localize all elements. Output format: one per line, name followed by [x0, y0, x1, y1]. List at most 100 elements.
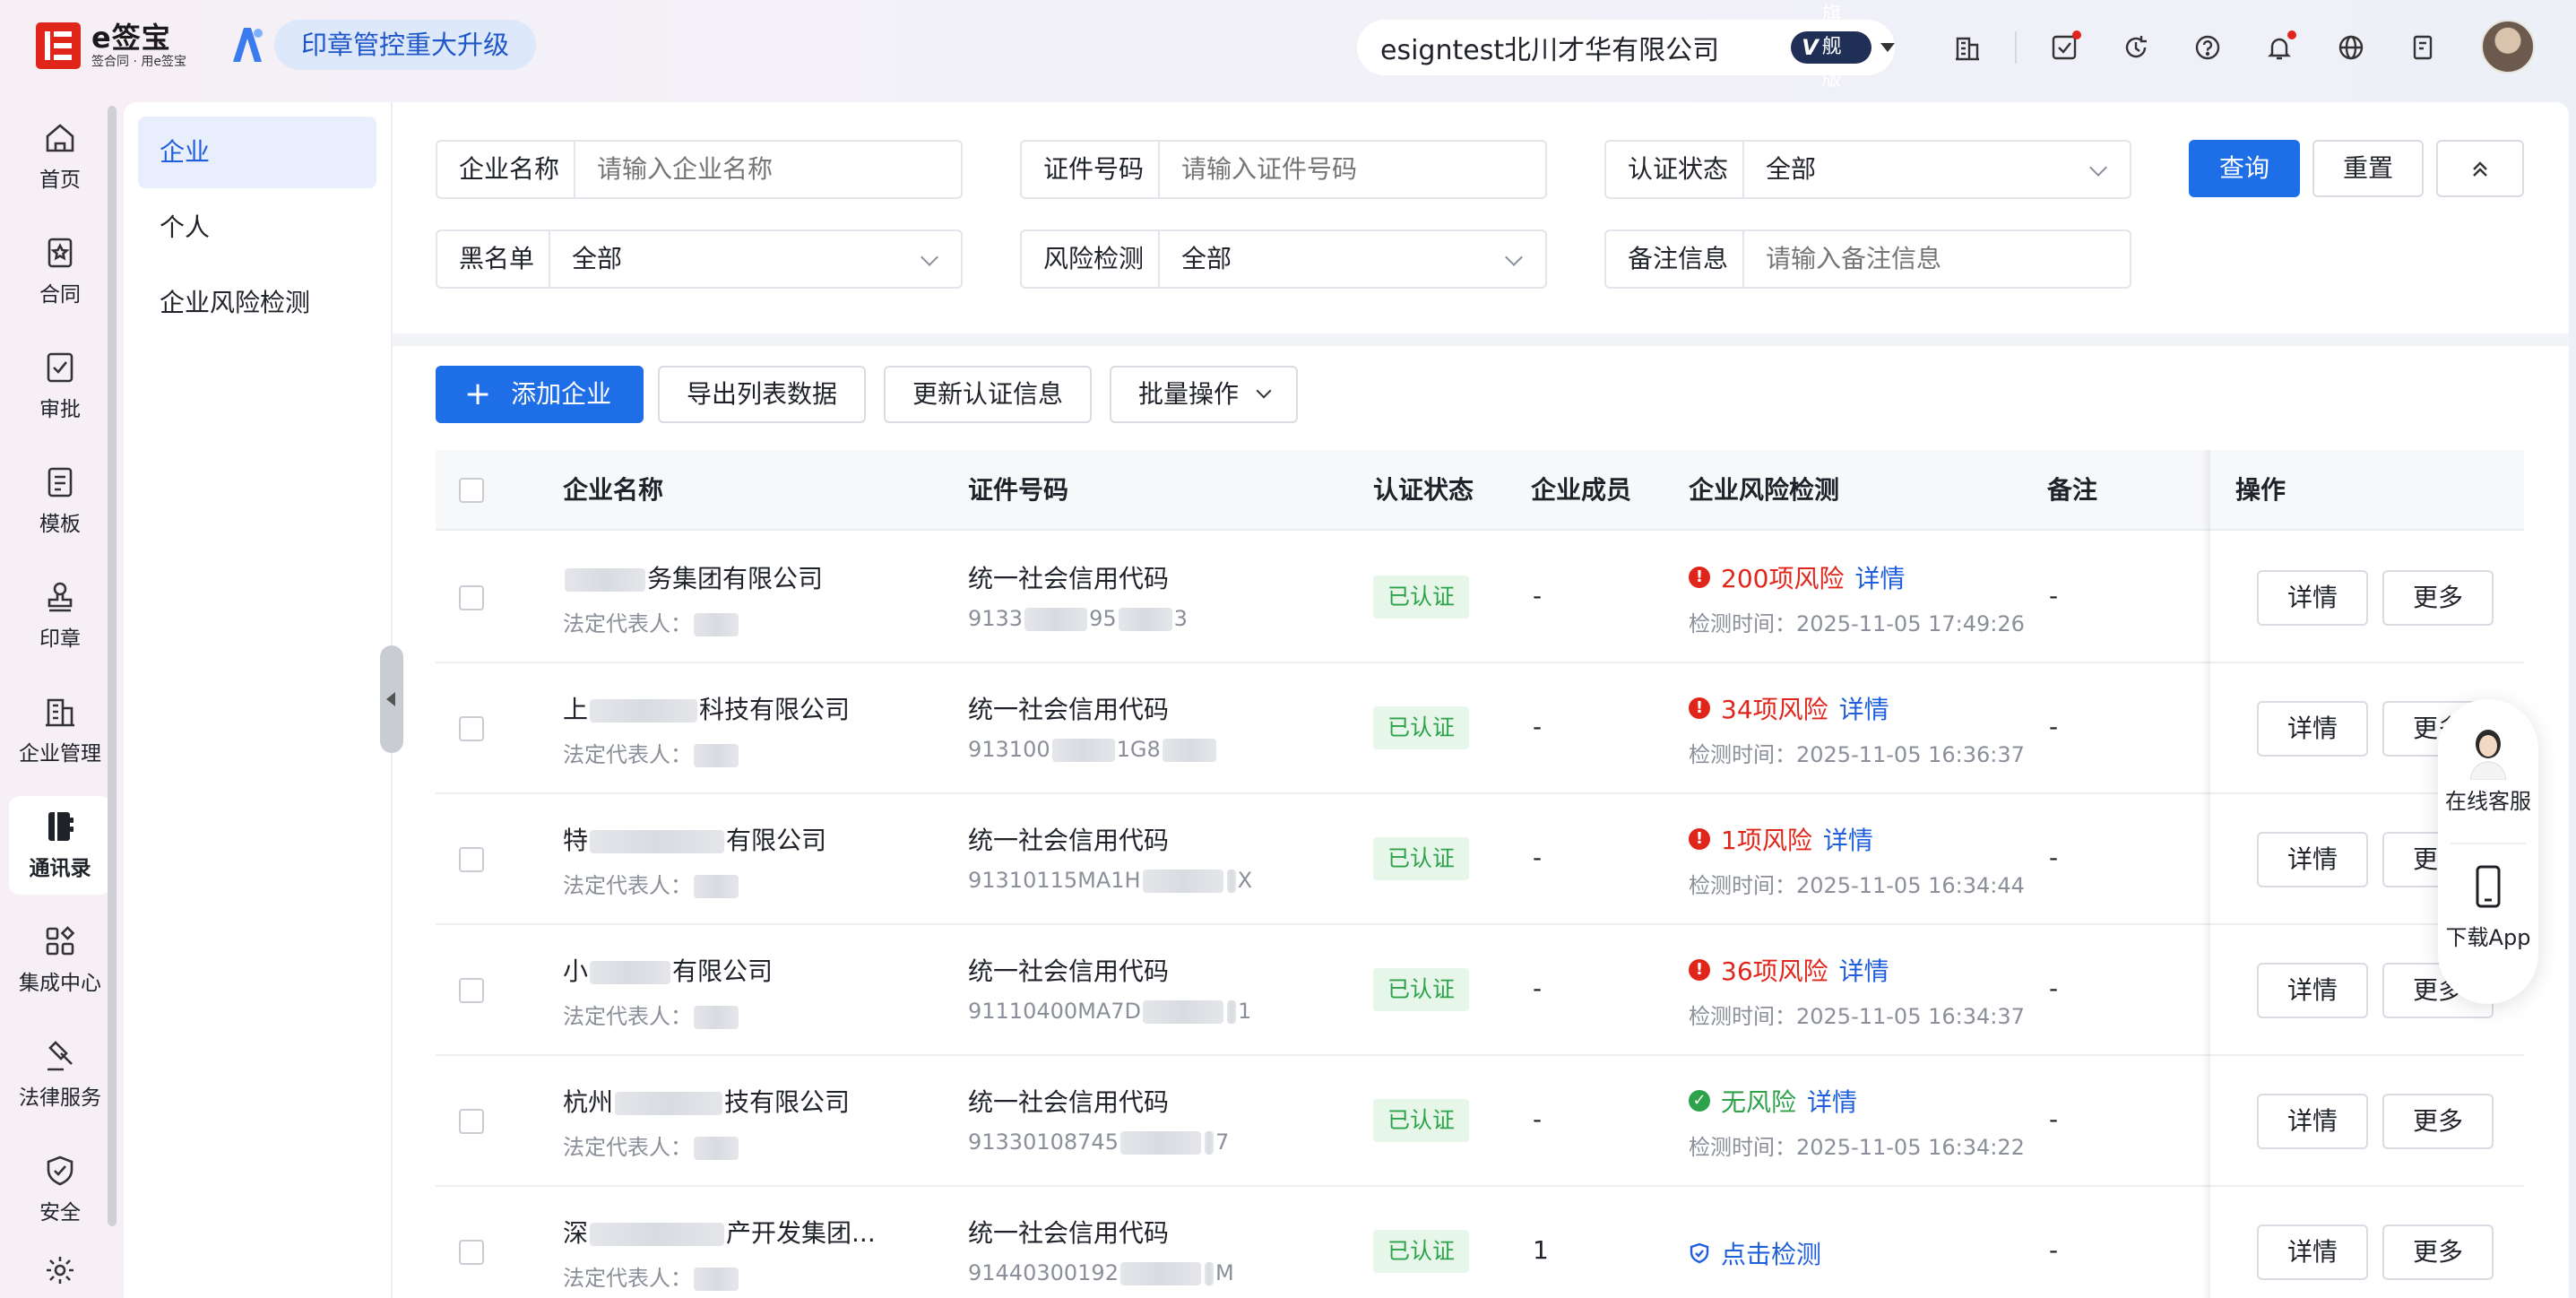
risk-detail-link[interactable]: 详情	[1839, 690, 1889, 726]
redacted-block	[590, 961, 671, 984]
rail-item-template[interactable]: 模板	[9, 452, 111, 550]
run-risk-check-link[interactable]: 点击检测	[1721, 1235, 1821, 1271]
remark-input[interactable]	[1744, 231, 2130, 287]
subnav-item-risk-check[interactable]: 企业风险检测	[138, 267, 376, 339]
company-name-part: 上	[563, 695, 589, 724]
redacted-block	[1143, 1000, 1224, 1024]
promo-banner[interactable]: 印章管控重大升级	[226, 20, 537, 70]
rail-scrollbar[interactable]	[108, 106, 117, 1226]
help-icon[interactable]	[2185, 25, 2230, 70]
add-company-button[interactable]: + 添加企业	[436, 366, 644, 423]
row-checkbox[interactable]	[459, 585, 484, 610]
rail-item-approval[interactable]: 审批	[9, 337, 111, 436]
row-checkbox[interactable]	[459, 716, 484, 741]
remark-filter-label: 备注信息	[1606, 231, 1745, 287]
auth-status-value: 全部	[1766, 154, 1817, 184]
company-name[interactable]: 小 有限公司	[563, 952, 773, 988]
reset-button[interactable]: 重置	[2312, 140, 2424, 197]
rail-item-enterprise[interactable]: 企业管理	[9, 681, 111, 780]
legal-rep-label: 法定代表人：	[563, 1266, 692, 1291]
redacted-block	[694, 1268, 739, 1291]
redacted-block	[1204, 1262, 1214, 1285]
risk-count: 无风险	[1721, 1087, 1797, 1117]
row-checkbox[interactable]	[459, 847, 484, 872]
more-button[interactable]: 更多	[2382, 1094, 2494, 1149]
risk-count: 1项风险	[1721, 826, 1812, 855]
rail-item-contacts[interactable]: 通讯录	[9, 796, 111, 895]
download-app-button[interactable]: 下载App	[2438, 864, 2538, 951]
rail-item-contract[interactable]: 合同	[9, 222, 111, 321]
query-button[interactable]: 查询	[2189, 140, 2300, 197]
risk-detail-link[interactable]: 详情	[1807, 1083, 1857, 1119]
company-name[interactable]: 特 有限公司	[563, 821, 826, 857]
subnav-item-enterprise[interactable]: 企业	[138, 117, 376, 188]
company-name[interactable]: 深 产开发集团...	[563, 1214, 876, 1250]
collapse-filters-button[interactable]	[2436, 140, 2524, 197]
cert-number: 91440300192 M	[968, 1260, 1234, 1285]
risk-check-select[interactable]: 全部	[1160, 231, 1545, 287]
float-divider	[2451, 843, 2526, 844]
more-button[interactable]: 更多	[2382, 570, 2494, 626]
cert-number: 9133 95 3	[968, 606, 1188, 631]
online-service-button[interactable]: 在线客服	[2438, 726, 2538, 815]
cert-number-part: 91110400MA7D	[968, 999, 1142, 1024]
bell-icon[interactable]	[2257, 25, 2302, 70]
globe-icon[interactable]	[2329, 25, 2373, 70]
todo-icon[interactable]	[2042, 25, 2087, 70]
row-checkbox[interactable]	[459, 1109, 484, 1134]
more-button[interactable]: 更多	[2382, 1224, 2494, 1280]
status-badge: 已认证	[1373, 1230, 1470, 1273]
select-all-checkbox[interactable]	[459, 478, 484, 503]
logo-mark-icon	[36, 22, 81, 69]
detail-button[interactable]: 详情	[2257, 963, 2368, 1018]
update-auth-button[interactable]: 更新认证信息	[884, 366, 1093, 423]
cert-no-filter: 证件号码	[1020, 140, 1547, 199]
remark-value: -	[2049, 712, 2059, 741]
redacted-block	[1162, 739, 1216, 762]
batch-operation-button[interactable]: 批量操作	[1110, 366, 1299, 423]
detail-button[interactable]: 详情	[2257, 832, 2368, 887]
export-list-button[interactable]: 导出列表数据	[658, 366, 867, 423]
esign-logo[interactable]: e签宝 签合同 · 用e签宝	[36, 22, 186, 70]
rail-item-home[interactable]: 首页	[9, 108, 111, 206]
document-icon[interactable]	[2400, 25, 2445, 70]
detail-button[interactable]: 详情	[2257, 570, 2368, 626]
rail-item-legal[interactable]: 法律服务	[9, 1025, 111, 1124]
company-name[interactable]: 杭州 技有限公司	[563, 1083, 850, 1119]
cert-no-input[interactable]	[1160, 142, 1545, 197]
rail-item-seal[interactable]: 印章	[9, 567, 111, 665]
risk-detail-link[interactable]: 详情	[1839, 952, 1889, 988]
detail-button[interactable]: 详情	[2257, 701, 2368, 757]
row-checkbox[interactable]	[459, 978, 484, 1003]
rail-item-settings[interactable]	[9, 1253, 111, 1298]
blacklist-value: 全部	[572, 244, 623, 273]
blacklist-select[interactable]: 全部	[550, 231, 961, 287]
redacted-block	[694, 875, 739, 898]
shield-check-icon	[1690, 1242, 1709, 1264]
check-time: 检测时间：2025-11-05 17:49:26	[1689, 611, 2025, 636]
redacted-block	[1142, 870, 1223, 893]
redacted-block	[615, 1092, 723, 1115]
user-avatar[interactable]	[2481, 20, 2535, 74]
risk-detail-link[interactable]: 详情	[1823, 821, 1873, 857]
detail-button[interactable]: 详情	[2257, 1094, 2368, 1149]
subnav-item-personal[interactable]: 个人	[138, 192, 376, 264]
refresh-icon[interactable]	[2114, 25, 2158, 70]
risk-detail-link[interactable]: 详情	[1854, 559, 1905, 595]
status-badge: 已认证	[1373, 837, 1470, 880]
row-checkbox[interactable]	[459, 1240, 484, 1265]
company-name-part: 科技有限公司	[699, 695, 851, 724]
company-name[interactable]: 上 科技有限公司	[563, 690, 850, 726]
company-name[interactable]: 务集团有限公司	[563, 559, 823, 595]
company-name-input[interactable]	[575, 142, 961, 197]
company-switcher[interactable]: esigntest北川才华有限公司 V 旗舰版	[1357, 4, 1895, 91]
exclamation-circle-icon: !	[1689, 567, 1710, 588]
building-icon[interactable]	[1945, 25, 1990, 70]
redacted-block	[1227, 1000, 1237, 1024]
rail-item-integration[interactable]: 集成中心	[9, 911, 111, 1009]
rail-item-security[interactable]: 安全	[9, 1140, 111, 1239]
auth-status-select[interactable]: 全部	[1744, 142, 2130, 197]
gear-icon	[47, 1257, 73, 1284]
cert-number-part: 1G8	[1116, 737, 1161, 762]
detail-button[interactable]: 详情	[2257, 1224, 2368, 1280]
